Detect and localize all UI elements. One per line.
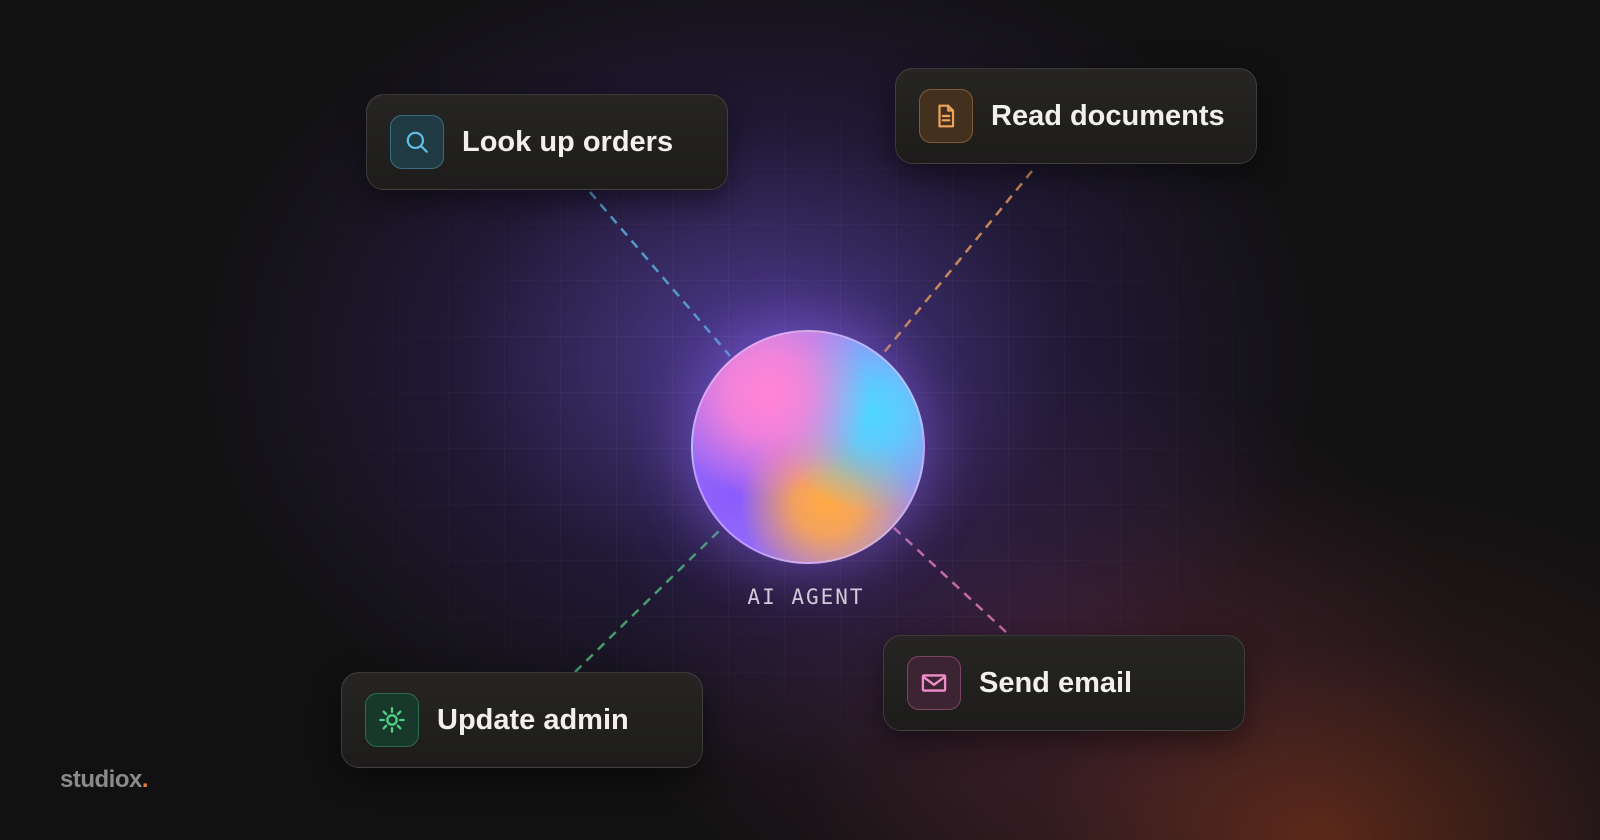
ai-agent-orb	[691, 330, 925, 564]
diagram-canvas: AI AGENT Look up orders Read documents U…	[0, 0, 1600, 840]
tool-label: Send email	[979, 666, 1133, 699]
connector-email	[892, 526, 1007, 633]
tool-label: Look up orders	[462, 125, 674, 158]
brand-dot: .	[141, 766, 149, 793]
search-icon	[390, 115, 444, 169]
tool-label: Update admin	[437, 703, 629, 736]
document-icon	[919, 89, 973, 143]
brand-logo: studiox.	[60, 766, 149, 794]
brand-name: studiox	[60, 766, 142, 793]
tool-card-look-up-orders[interactable]: Look up orders	[366, 94, 728, 190]
mail-icon	[907, 656, 961, 710]
connector-lookup	[589, 191, 731, 357]
tool-card-update-admin[interactable]: Update admin	[341, 672, 703, 768]
gear-icon	[365, 693, 419, 747]
tool-label: Read documents	[991, 99, 1225, 132]
ai-agent-label: AI AGENT	[747, 585, 865, 609]
connector-read	[881, 170, 1033, 356]
tool-card-read-documents[interactable]: Read documents	[895, 68, 1257, 164]
tool-card-send-email[interactable]: Send email	[883, 635, 1245, 731]
